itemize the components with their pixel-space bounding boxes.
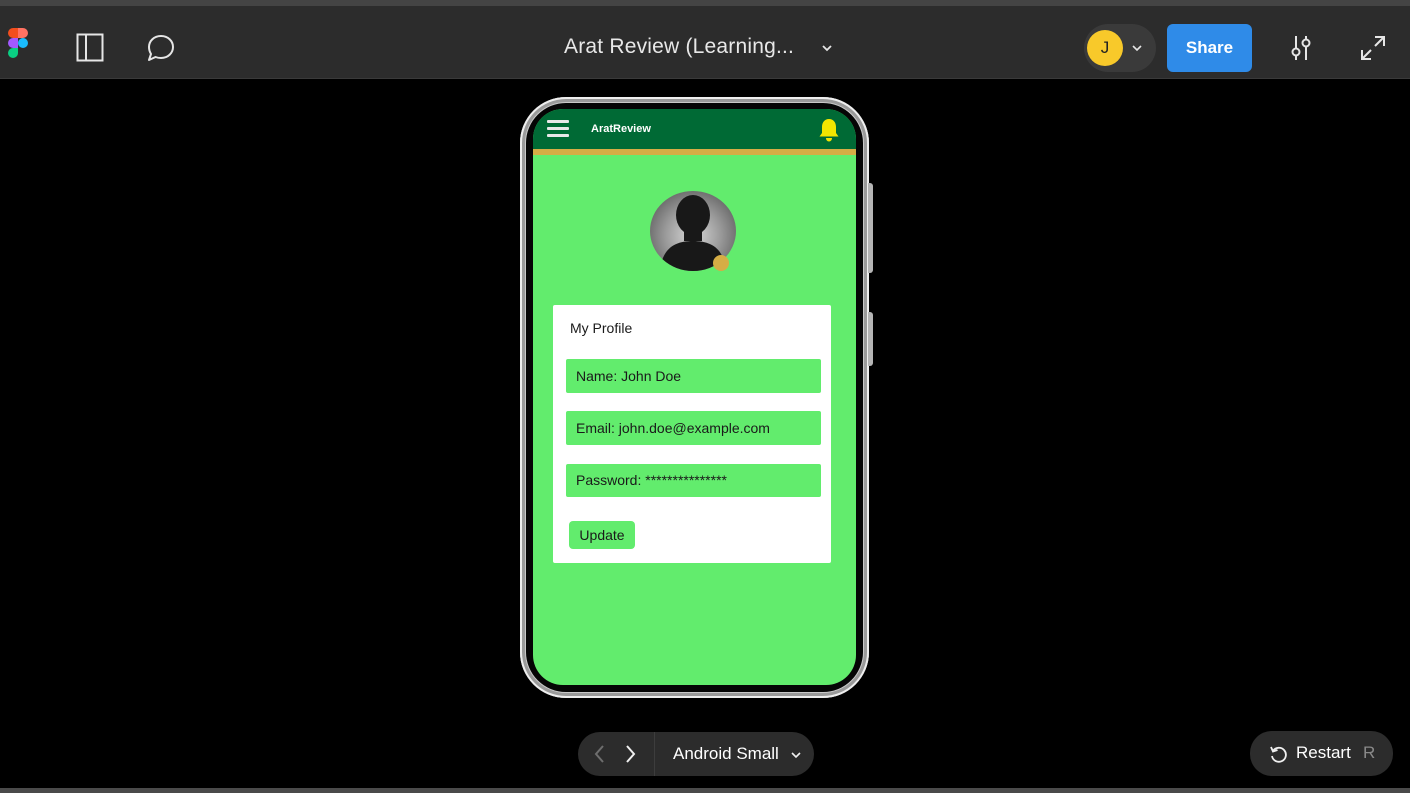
restart-icon [1270, 746, 1287, 763]
phone-screen: AratReview My Profile Name: John Doe Ema… [533, 109, 856, 685]
restart-label: Restart [1296, 743, 1351, 762]
chevron-right-icon[interactable] [620, 744, 640, 764]
phone-side-button [868, 312, 873, 366]
divider [654, 732, 655, 776]
edit-photo-button[interactable] [713, 255, 729, 271]
app-header: AratReview [533, 109, 856, 149]
card-title: My Profile [570, 320, 633, 336]
fullscreen-expand-icon[interactable] [1360, 35, 1386, 61]
prototype-navigation: Android Small [578, 732, 814, 776]
name-field[interactable]: Name: John Doe [566, 359, 821, 393]
settings-sliders-icon[interactable] [1288, 34, 1314, 62]
phone-side-button [868, 183, 873, 273]
email-field[interactable]: Email: john.doe@example.com [566, 411, 821, 445]
chevron-down-icon[interactable] [790, 749, 802, 761]
comment-icon[interactable] [146, 33, 176, 63]
bell-icon[interactable] [818, 117, 840, 143]
top-toolbar: Arat Review (Learning... J Share [0, 0, 1410, 79]
keyboard-shortcut: R [1363, 743, 1376, 762]
header-accent-bar [533, 149, 856, 155]
share-button[interactable]: Share [1167, 24, 1252, 72]
chevron-down-icon[interactable] [1131, 42, 1143, 54]
user-menu[interactable]: J [1084, 24, 1156, 72]
bottom-edge [0, 788, 1410, 793]
update-button[interactable]: Update [569, 521, 635, 549]
device-selector[interactable]: Android Small [673, 744, 779, 764]
restart-button[interactable]: Restart R [1250, 731, 1393, 776]
chevron-down-icon[interactable] [820, 41, 834, 55]
figma-logo-icon[interactable] [8, 28, 28, 58]
app-name: AratReview [591, 123, 651, 135]
profile-card: My Profile Name: John Doe Email: john.do… [553, 305, 831, 563]
chevron-left-icon[interactable] [590, 744, 610, 764]
sidebar-toggle-icon[interactable] [76, 33, 104, 62]
hamburger-menu-icon[interactable] [547, 120, 569, 138]
password-field[interactable]: Password: *************** [566, 464, 821, 497]
document-title[interactable]: Arat Review (Learning... [564, 35, 794, 59]
avatar[interactable]: J [1087, 30, 1123, 66]
